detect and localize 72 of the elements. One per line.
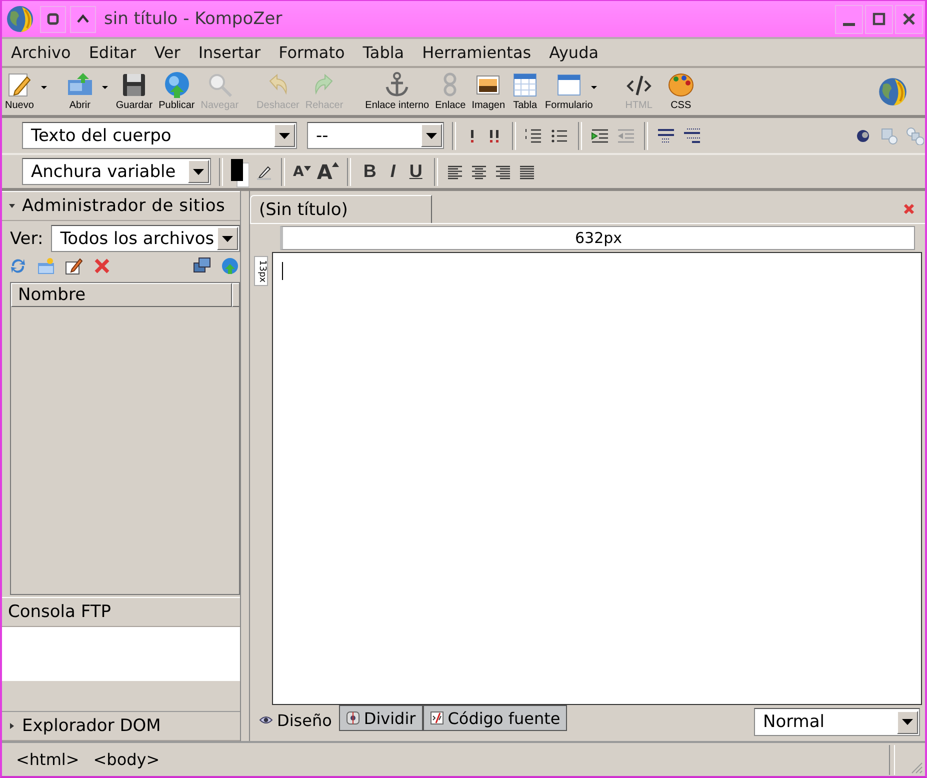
underline-button[interactable]: U (405, 161, 426, 182)
menu-item[interactable]: Tabla (356, 43, 412, 62)
toolbar-button[interactable]: CSS (666, 70, 695, 111)
close-icon (902, 12, 916, 26)
caret-up-icon (77, 13, 89, 25)
delete-icon[interactable] (92, 256, 112, 276)
caret-up-icon (332, 162, 340, 166)
maximize-button[interactable] (865, 4, 893, 34)
document-tab[interactable]: (Sin título) (250, 195, 432, 223)
toolbar-button[interactable]: Tabla (511, 70, 540, 111)
caret-down-icon (426, 132, 437, 138)
toolbar-button[interactable]: Enlace (435, 70, 466, 111)
sticky-button[interactable] (40, 6, 66, 32)
caret-down-icon (304, 166, 311, 170)
menu-item[interactable]: Ver (147, 43, 188, 62)
minimize-button[interactable] (835, 4, 863, 34)
globe-icon[interactable] (877, 76, 909, 108)
column-header[interactable] (232, 283, 239, 307)
close-icon[interactable] (903, 203, 915, 215)
split-eye-icon (346, 711, 360, 725)
table-icon (511, 71, 540, 99)
edit-pencil-icon[interactable] (64, 256, 84, 276)
increase-font-button[interactable]: A (316, 160, 340, 184)
toolbar-button[interactable]: Imagen (472, 70, 506, 111)
close-button[interactable] (895, 4, 923, 34)
menu-item[interactable]: Ayuda (542, 43, 606, 62)
menu-item[interactable]: Editar (82, 43, 144, 62)
menu-item[interactable]: Archivo (4, 43, 78, 62)
resize-grip-icon[interactable] (909, 760, 923, 774)
globe-icon[interactable] (5, 4, 35, 34)
filter-dropdown[interactable]: Todos los archivos (51, 225, 240, 252)
caret-down-icon (222, 236, 233, 242)
panel-header[interactable]: Administrador de sitios (2, 191, 240, 221)
toolbar-button[interactable]: Abrir (66, 70, 94, 111)
view-tab[interactable]: Dividir (338, 705, 423, 731)
filter-label: Ver: (10, 228, 44, 248)
globe-upload-icon (162, 71, 191, 99)
toolbar-button[interactable]: Formulario (545, 70, 593, 111)
panel-header[interactable]: Explorador DOM (2, 711, 240, 741)
height-ruler: 13px (254, 256, 268, 286)
align-block-right-icon[interactable] (682, 126, 702, 146)
caret-down-icon (902, 719, 913, 725)
shade-button[interactable] (70, 6, 96, 32)
menu-item[interactable]: Insertar (191, 43, 268, 62)
view-tab[interactable]: Código fuente (422, 705, 568, 731)
bold-button[interactable]: B (359, 161, 380, 182)
toolbar-button[interactable]: Nuevo (5, 70, 34, 111)
column-header[interactable]: Nombre (11, 283, 232, 307)
window-title: sin título - KompoZer (104, 9, 282, 29)
toolbar-button[interactable]: Publicar (158, 70, 195, 111)
palette-icon (666, 71, 695, 99)
minimize-icon (843, 22, 855, 26)
decrease-font-button[interactable]: A (293, 164, 311, 180)
font-size-dropdown[interactable]: -- (307, 122, 444, 149)
square-icon (47, 13, 59, 25)
font-family-dropdown[interactable]: Anchura variable (22, 158, 211, 185)
text-caret (282, 262, 283, 280)
breadcrumb-item[interactable]: <body> (93, 750, 160, 769)
view-mode-dropdown[interactable]: Normal (754, 708, 920, 736)
paragraph-format-dropdown[interactable]: Texto del cuerpo (22, 122, 297, 149)
menu-item[interactable]: Herramientas (415, 43, 538, 62)
menu-item[interactable]: Formato (272, 43, 352, 62)
breadcrumb-item[interactable]: <html> (16, 750, 80, 769)
caret-down-icon (279, 132, 290, 138)
toolbar-button[interactable]: Enlace interno (365, 70, 430, 111)
caret-down-icon (193, 168, 204, 174)
source-code-icon (430, 711, 444, 725)
italic-button[interactable]: I (386, 161, 400, 182)
text-color-swatch[interactable] (231, 158, 249, 188)
maximize-icon (872, 12, 886, 26)
width-ruler: 632px (280, 226, 915, 250)
toolbar-button[interactable]: Guardar (116, 70, 153, 111)
